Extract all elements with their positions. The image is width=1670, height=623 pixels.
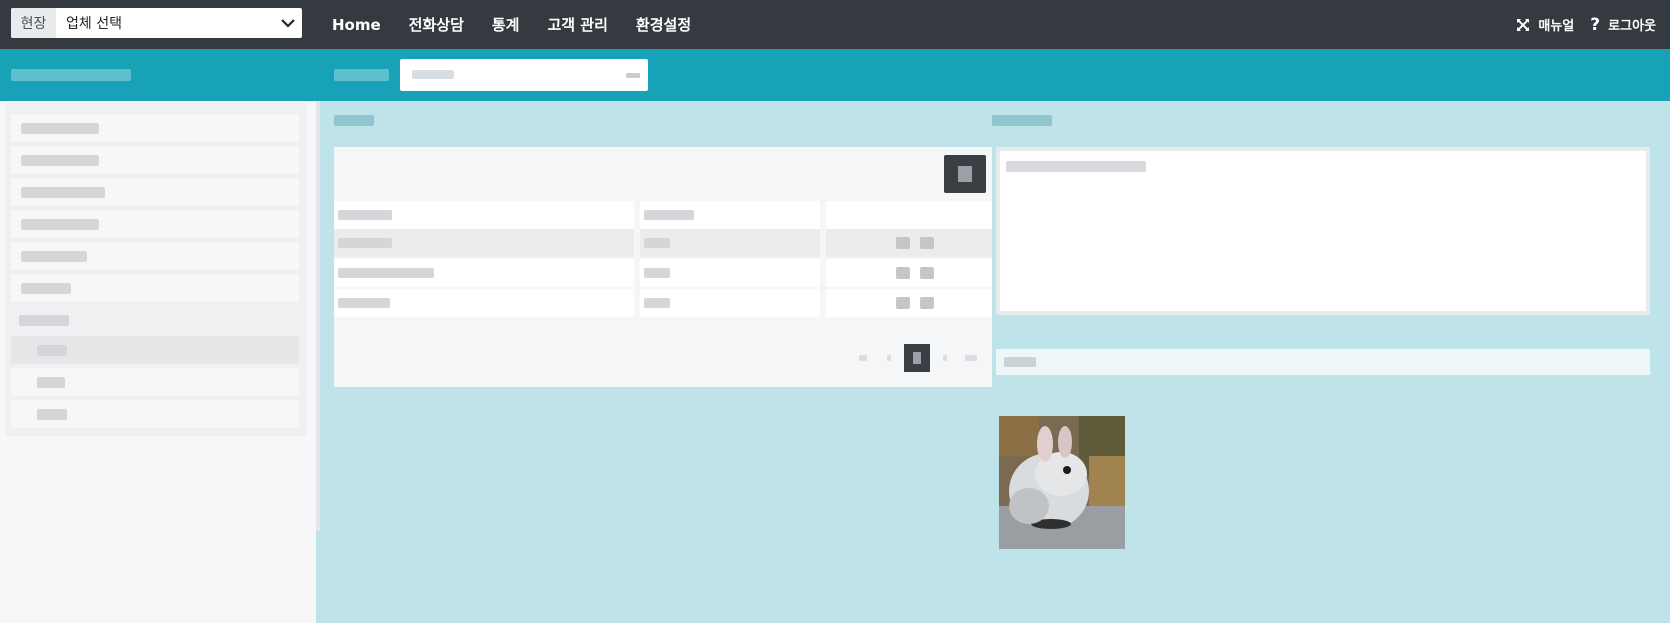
- logout-label: 로그아웃: [1608, 19, 1656, 34]
- header-search-placeholder-blurred: [412, 70, 454, 79]
- table-row[interactable]: [334, 259, 992, 287]
- table-row[interactable]: [334, 289, 992, 317]
- sidebar-item[interactable]: [11, 242, 299, 270]
- delete-button[interactable]: [920, 297, 934, 309]
- question-icon: ?: [1590, 14, 1601, 35]
- chevron-down-icon[interactable]: [274, 8, 302, 38]
- page-last[interactable]: [960, 346, 982, 370]
- nav-statistics[interactable]: 통계: [492, 14, 520, 35]
- sidebar: [0, 101, 316, 623]
- sidebar-subitem[interactable]: [11, 400, 299, 428]
- header-filter-label-blurred: [334, 69, 389, 81]
- header-band: [0, 49, 1670, 101]
- item-list-panel: [334, 147, 992, 387]
- header-search-input[interactable]: [400, 59, 648, 91]
- main-left-edge: [316, 101, 320, 531]
- header-title-blurred: [11, 69, 131, 81]
- delete-button[interactable]: [920, 267, 934, 279]
- edit-button[interactable]: [896, 237, 910, 249]
- sidebar-menu-panel: [6, 103, 306, 436]
- logout-button[interactable]: ? 로그아웃: [1590, 15, 1656, 35]
- expand-icon: [1516, 18, 1530, 32]
- sidebar-group-header[interactable]: [11, 306, 299, 334]
- manual-label: 매뉴얼: [1538, 19, 1575, 34]
- delete-button[interactable]: [920, 237, 934, 249]
- header-search-button-blurred[interactable]: [626, 73, 640, 78]
- preview-section-title-blurred: [992, 115, 1052, 126]
- add-button[interactable]: [944, 155, 986, 193]
- edit-button[interactable]: [896, 297, 910, 309]
- sidebar-item[interactable]: [11, 210, 299, 238]
- top-nav-bar: 현장 업체 선택 Home 전화상담 통계 고객 관리 환경설정 매뉴얼 ? 로…: [0, 0, 1670, 49]
- sidebar-subitem[interactable]: [11, 368, 299, 396]
- right-tools: 매뉴얼 ? 로그아웃: [1500, 0, 1656, 49]
- main-content: [316, 101, 1670, 623]
- main-nav: Home 전화상담 통계 고객 관리 환경설정: [332, 0, 719, 49]
- pagination: [848, 343, 982, 373]
- byte-count-blurred: [1004, 357, 1036, 367]
- site-select-value[interactable]: 업체 선택: [56, 13, 274, 33]
- nav-settings[interactable]: 환경설정: [636, 14, 691, 35]
- column-divider: [634, 201, 640, 321]
- nav-phone-consult[interactable]: 전화상담: [409, 14, 464, 35]
- sidebar-item[interactable]: [11, 114, 299, 142]
- table-row[interactable]: [334, 229, 992, 257]
- attached-image-thumbnail[interactable]: [999, 416, 1125, 549]
- sidebar-item[interactable]: [11, 146, 299, 174]
- page-first[interactable]: [852, 346, 874, 370]
- manual-button[interactable]: 매뉴얼: [1516, 15, 1574, 34]
- column-divider: [820, 201, 826, 321]
- rabbit-image: [999, 416, 1125, 549]
- message-preview-box[interactable]: [996, 147, 1650, 315]
- list-section-title-blurred: [334, 115, 374, 126]
- site-select-prefix: 현장: [11, 8, 56, 38]
- sidebar-item[interactable]: [11, 274, 299, 302]
- page-prev[interactable]: [878, 346, 900, 370]
- nav-home[interactable]: Home: [332, 16, 381, 34]
- page-next[interactable]: [934, 346, 956, 370]
- site-select[interactable]: 현장 업체 선택: [11, 8, 302, 38]
- sidebar-subitem-active[interactable]: [11, 336, 299, 364]
- preview-text-blurred: [1006, 161, 1146, 172]
- byte-count-bar: [996, 349, 1650, 375]
- nav-customer-management[interactable]: 고객 관리: [547, 14, 607, 35]
- page-current[interactable]: [904, 344, 930, 372]
- table-header: [334, 201, 992, 229]
- sidebar-item[interactable]: [11, 178, 299, 206]
- edit-button[interactable]: [896, 267, 910, 279]
